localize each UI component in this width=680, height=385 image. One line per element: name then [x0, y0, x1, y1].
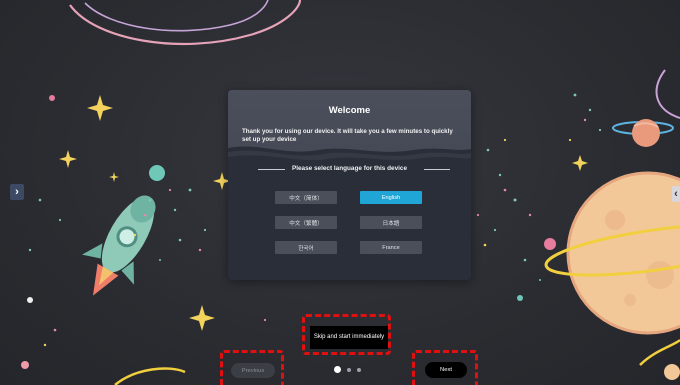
setup-screen: › ‹ Welcome Thank you for using our devi… [0, 0, 680, 385]
previous-button[interactable]: Previous [231, 363, 275, 378]
language-option-japanese[interactable]: 日本語 [360, 216, 422, 229]
dialog-header-wave [228, 146, 471, 166]
page-dot-2 [347, 367, 351, 372]
page-dot-3 [357, 367, 361, 372]
page-indicator [334, 366, 361, 373]
welcome-dialog: Welcome Thank you for using our device. … [228, 90, 471, 280]
arrow-left-icon[interactable]: ‹ [672, 186, 680, 202]
section-divider-right [424, 169, 450, 170]
dialog-title: Welcome [328, 105, 371, 116]
arrow-right-icon[interactable]: › [10, 184, 24, 200]
language-option-korean[interactable]: 한국어 [275, 241, 337, 254]
language-option-zh-hans[interactable]: 中文（简体） [275, 191, 337, 204]
skip-button[interactable]: Skip and start immediately [310, 326, 388, 349]
language-option-france[interactable]: France [360, 241, 422, 254]
page-dot-1 [334, 366, 341, 373]
language-option-english[interactable]: English [360, 191, 422, 204]
dialog-subtitle: Thank you for using our device. It will … [242, 128, 453, 143]
next-button[interactable]: Next [425, 362, 467, 378]
language-option-zh-hant[interactable]: 中文（繁體） [275, 216, 337, 229]
